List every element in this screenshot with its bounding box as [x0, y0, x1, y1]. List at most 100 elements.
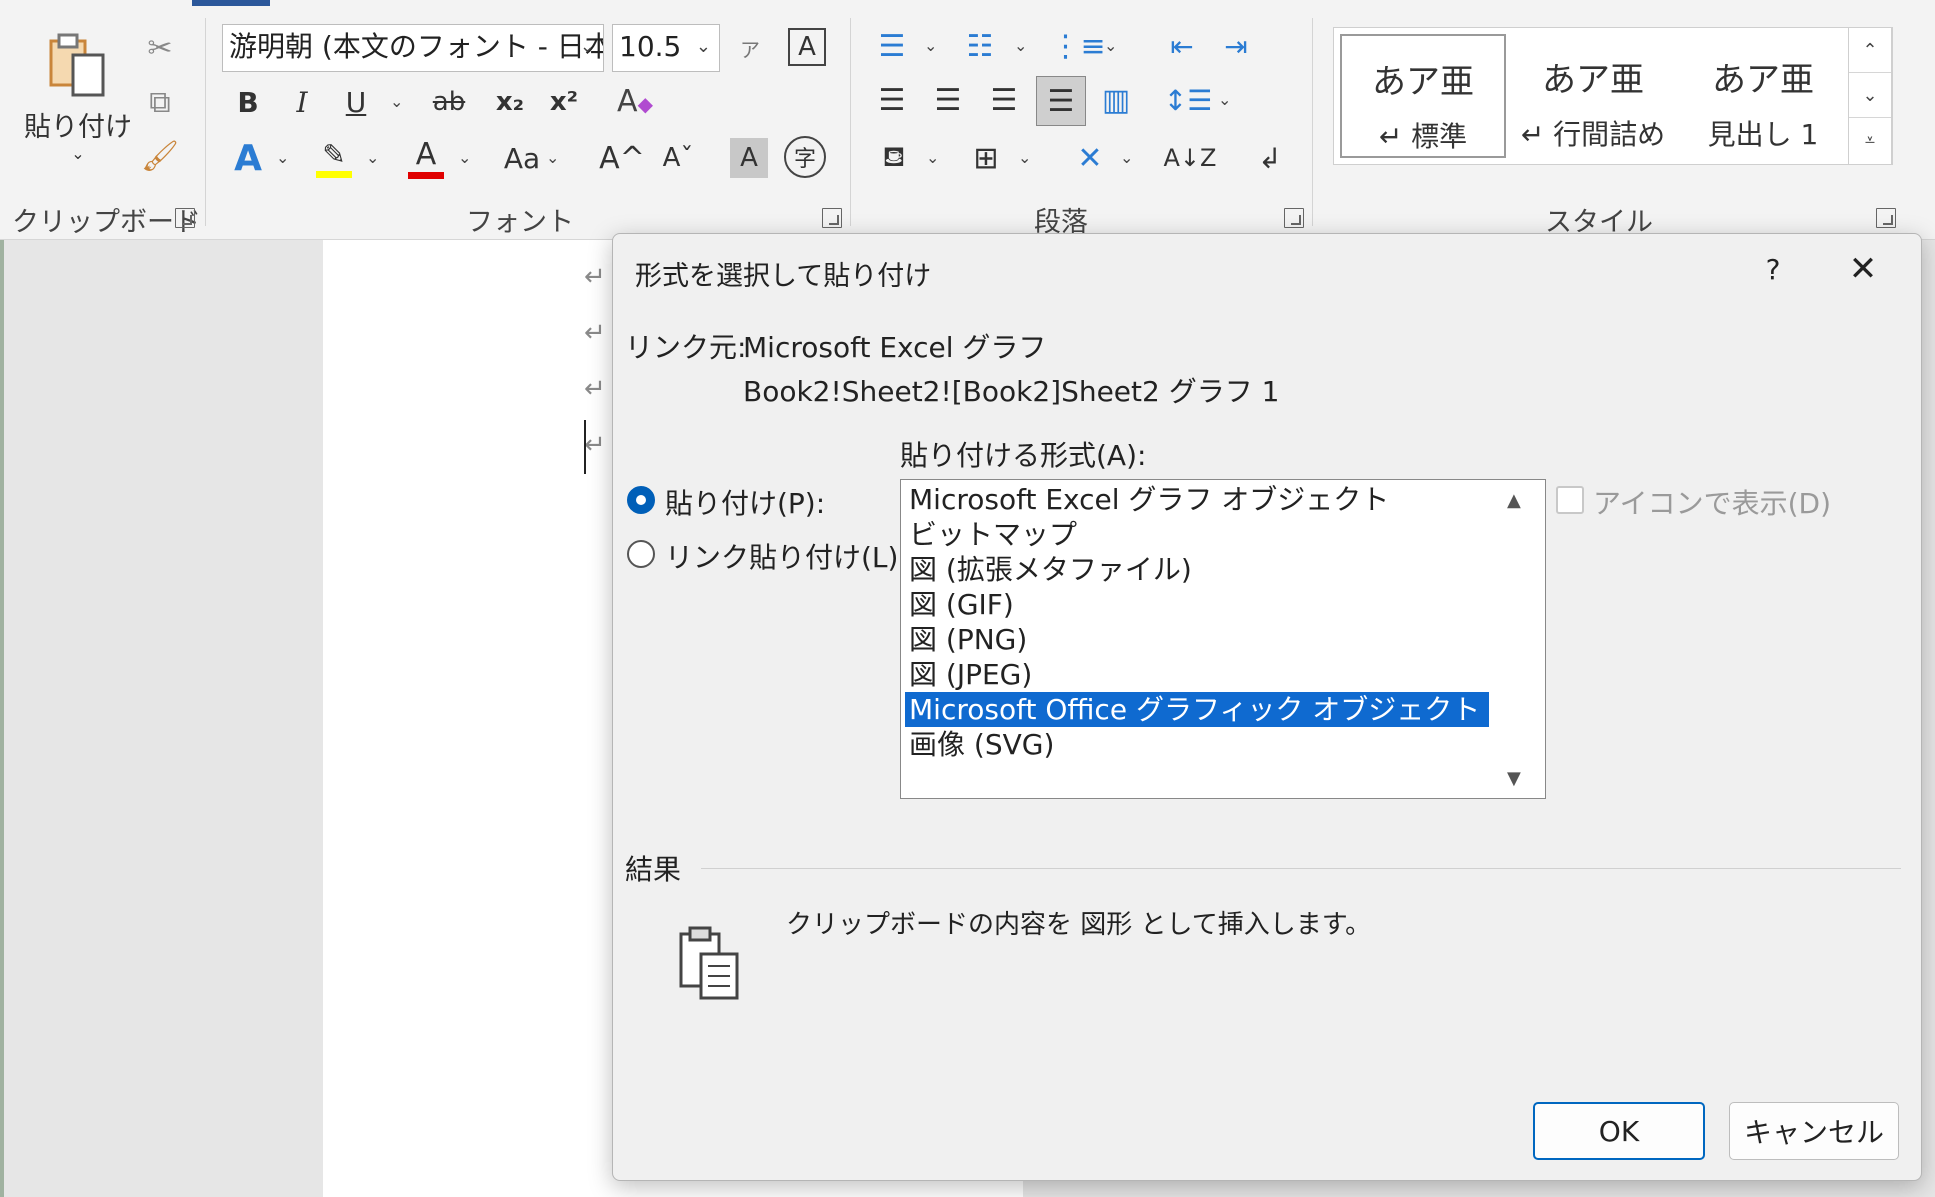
underline-button[interactable]: U	[336, 80, 376, 124]
subscript-button[interactable]: x₂	[488, 80, 532, 124]
style-no-spacing[interactable]: あア亜 ↵ 行間詰め	[1510, 34, 1676, 158]
paste-radio-label[interactable]: 貼り付け(P):	[665, 482, 825, 522]
chevron-down-icon[interactable]: ⌄	[1104, 36, 1117, 55]
scroll-up-icon[interactable]: ▲	[1507, 490, 1521, 511]
styles-dialog-launcher[interactable]	[1876, 208, 1896, 228]
borders-button[interactable]: ⊞	[964, 134, 1008, 182]
paragraph-dialog-launcher[interactable]	[1284, 208, 1304, 228]
clipboard-result-icon	[675, 924, 745, 1004]
font-name-combo[interactable]: 游明朝 (本文のフォント - 日本 ⌄	[222, 24, 604, 72]
align-center-button[interactable]: ☰	[926, 78, 970, 122]
paste-link-radio[interactable]	[627, 540, 655, 568]
paste-radio[interactable]	[627, 486, 655, 514]
char-border-button[interactable]: A	[788, 28, 826, 66]
chevron-down-icon[interactable]: ⌄	[1218, 90, 1231, 109]
text-effects-button[interactable]: A	[226, 134, 270, 182]
list-item[interactable]: ビットマップ	[905, 517, 1489, 552]
more-styles-button[interactable]: ⩡	[1849, 118, 1891, 163]
list-item[interactable]: Microsoft Excel グラフ オブジェクト	[905, 482, 1489, 517]
dialog-title: 形式を選択して貼り付け	[635, 261, 932, 292]
paste-link-radio-label[interactable]: リンク貼り付け(L):	[665, 536, 908, 576]
list-item-selected[interactable]: Microsoft Office グラフィック オブジェクト	[905, 692, 1489, 727]
paragraph-mark-icon: ↵	[584, 430, 606, 460]
style-normal[interactable]: あア亜 ↵ 標準	[1340, 34, 1506, 158]
show-marks-button[interactable]: ↲	[1248, 134, 1292, 182]
cut-button[interactable]: ✂	[140, 28, 180, 68]
paste-label: 貼り付け	[24, 112, 132, 143]
chevron-down-icon[interactable]: ⌄	[926, 148, 939, 167]
sort-button[interactable]: A↓Z	[1164, 134, 1217, 182]
chevron-down-icon[interactable]: ⌄	[924, 36, 937, 55]
divider	[850, 18, 851, 226]
clipboard-dialog-launcher[interactable]	[175, 208, 195, 228]
chevron-down-icon[interactable]: ⌄	[1120, 148, 1133, 167]
multilevel-list-button[interactable]: ⋮≡	[1050, 24, 1105, 68]
line-spacing-button[interactable]: ↕☰	[1164, 78, 1213, 122]
asian-layout-button[interactable]: ✕	[1068, 134, 1112, 182]
decrease-indent-button[interactable]: ⇤	[1160, 24, 1204, 68]
font-group-label: フォント	[466, 207, 574, 238]
font-dialog-launcher[interactable]	[822, 208, 842, 228]
shrink-font-button[interactable]: Aˇ	[656, 134, 700, 182]
format-listbox[interactable]: Microsoft Excel グラフ オブジェクト ビットマップ 図 (拡張メ…	[900, 479, 1546, 799]
grow-font-button[interactable]: A^	[599, 134, 645, 182]
style-heading-1[interactable]: あア亜 見出し 1	[1680, 34, 1846, 158]
chevron-down-icon[interactable]: ⌄	[1014, 36, 1027, 55]
enclose-char-button[interactable]: 字	[784, 136, 826, 178]
list-item[interactable]: 図 (GIF)	[905, 587, 1489, 622]
ok-button[interactable]: OK	[1533, 1102, 1705, 1160]
shading-button[interactable]: ⛾	[872, 134, 916, 182]
chevron-down-icon[interactable]: ⌄	[366, 148, 379, 167]
result-heading: 結果	[625, 853, 682, 886]
source-label: リンク元:	[625, 331, 747, 364]
ribbon: 貼り付け ⌄ ✂ ⧉ 🖌 クリップボード 游明朝 (本文のフォント - 日本 ⌄…	[0, 0, 1935, 240]
chevron-down-icon: ⌄	[695, 36, 711, 57]
change-case-button[interactable]: Aa	[494, 136, 550, 180]
distributed-button[interactable]: ▥	[1094, 78, 1138, 122]
list-item[interactable]: 画像 (SVG)	[905, 727, 1489, 762]
list-item[interactable]: 図 (JPEG)	[905, 657, 1489, 692]
multilevel-list-icon: ⋮≡	[1050, 28, 1106, 64]
format-painter-button[interactable]: 🖌	[140, 136, 180, 176]
bold-button[interactable]: B	[228, 80, 268, 124]
chevron-down-icon[interactable]: ⌄	[276, 148, 289, 167]
align-right-icon: ☰	[990, 82, 1018, 118]
strikethrough-button[interactable]: ab	[424, 80, 474, 124]
font-size-combo[interactable]: 10.5 ⌄	[612, 24, 720, 72]
scissors-icon: ✂	[147, 30, 173, 66]
list-item[interactable]: 図 (拡張メタファイル)	[905, 552, 1489, 587]
close-button[interactable]: ✕	[1833, 244, 1893, 294]
paste-button[interactable]: 貼り付け ⌄	[18, 22, 138, 172]
justify-button[interactable]: ☰	[1036, 76, 1086, 126]
chevron-down-icon[interactable]: ⌄	[1018, 148, 1031, 167]
icon-display-label[interactable]: アイコンで表示(D)	[1593, 482, 1831, 522]
scroll-down-button[interactable]: ⌄	[1849, 73, 1891, 118]
clear-formatting-button[interactable]: A◆	[612, 78, 658, 124]
phonetic-guide-button[interactable]: ア	[735, 26, 765, 70]
highlight-button[interactable]: ✎	[312, 134, 356, 182]
list-item[interactable]: 図 (PNG)	[905, 622, 1489, 657]
help-button[interactable]: ?	[1748, 244, 1798, 294]
copy-button[interactable]: ⧉	[140, 82, 180, 122]
align-left-button[interactable]: ☰	[870, 78, 914, 122]
scroll-down-icon[interactable]: ▼	[1507, 768, 1521, 789]
chevron-down-icon[interactable]: ⌄	[458, 148, 471, 167]
font-color-button[interactable]: A	[404, 134, 448, 182]
char-shading-button[interactable]: A	[730, 138, 768, 178]
scroll-up-button[interactable]: ⌃	[1849, 28, 1891, 73]
chevron-down-icon[interactable]: ⌄	[546, 148, 559, 167]
chevron-down-icon[interactable]: ⌄	[390, 92, 403, 111]
icon-display-checkbox[interactable]	[1556, 486, 1584, 514]
close-icon: ✕	[1848, 249, 1878, 289]
increase-indent-button[interactable]: ⇥	[1214, 24, 1258, 68]
align-right-button[interactable]: ☰	[982, 78, 1026, 122]
numbering-button[interactable]: ☷	[958, 24, 1002, 68]
italic-button[interactable]: I	[282, 80, 322, 124]
cancel-button[interactable]: キャンセル	[1729, 1102, 1899, 1160]
eraser-icon: A◆	[617, 83, 653, 119]
font-color-icon: A	[415, 137, 437, 172]
bullets-button[interactable]: ☰	[870, 24, 914, 68]
superscript-button[interactable]: x²	[542, 80, 586, 124]
font-name-value: 游明朝 (本文のフォント - 日本	[229, 30, 604, 63]
source-path: Book2!Sheet2![Book2]Sheet2 グラフ 1	[743, 375, 1280, 408]
